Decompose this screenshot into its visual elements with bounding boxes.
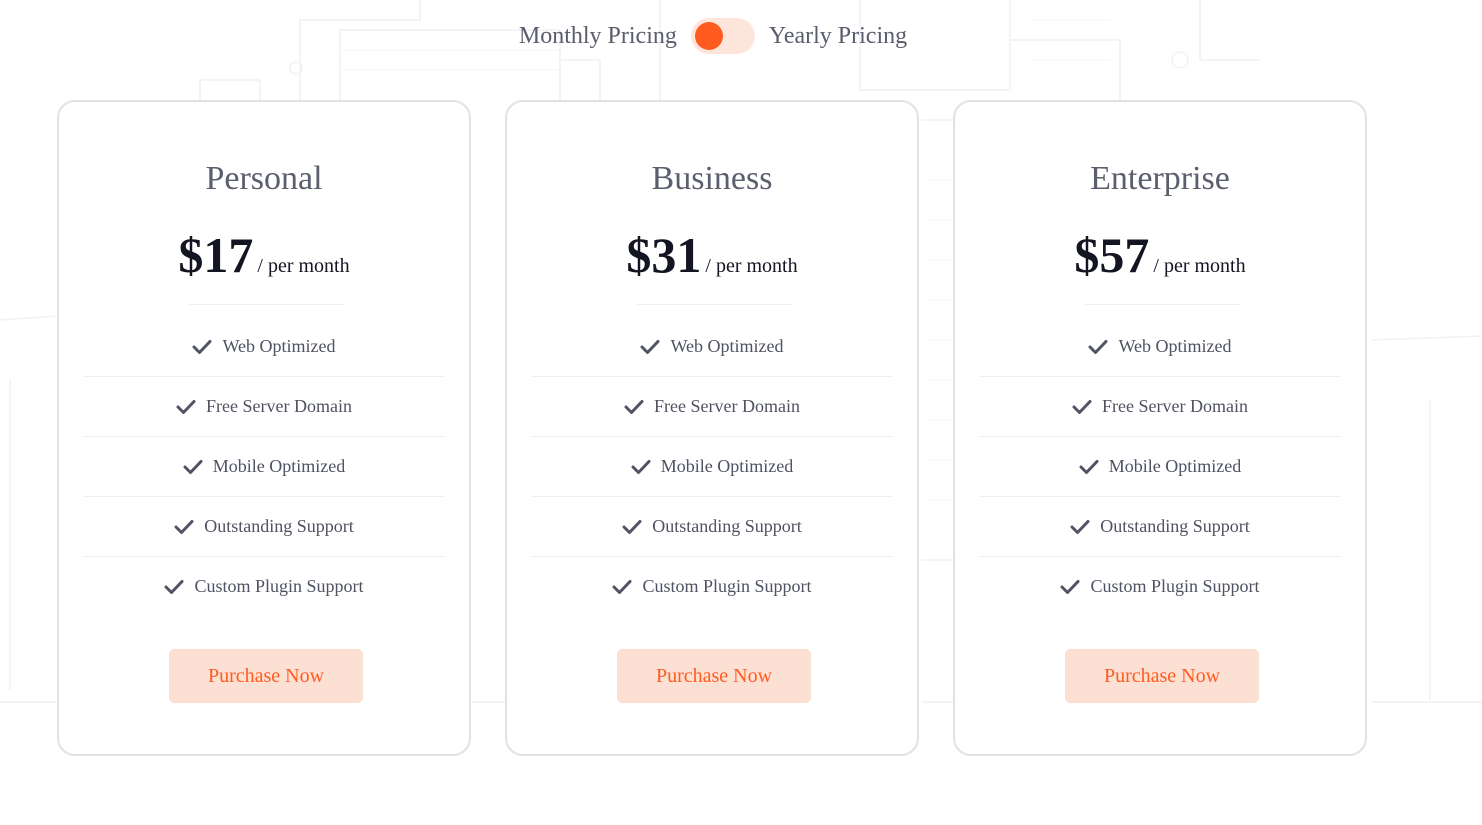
feature-label: Free Server Domain (1102, 396, 1248, 416)
feature-item: Free Server Domain (531, 377, 893, 437)
price-divider (1085, 304, 1239, 305)
check-icon (640, 339, 660, 354)
check-icon (1060, 579, 1080, 594)
check-icon (1079, 459, 1099, 474)
feature-item: Free Server Domain (83, 377, 445, 437)
feature-label: Web Optimized (222, 336, 336, 356)
price-amount: $17 (178, 227, 254, 283)
pricing-card-business: Business $31 / per month Web Optimized F… (505, 100, 919, 756)
feature-item: Outstanding Support (83, 497, 445, 557)
feature-item: Outstanding Support (531, 497, 893, 557)
feature-list: Web Optimized Free Server Domain Mobile … (979, 317, 1341, 616)
price: $17 / per month (59, 226, 469, 284)
feature-item: Free Server Domain (979, 377, 1341, 437)
pricing-toggle: Monthly Pricing Yearly Pricing (0, 14, 1454, 58)
feature-item: Web Optimized (83, 317, 445, 377)
feature-item: Web Optimized (531, 317, 893, 377)
feature-label: Mobile Optimized (212, 456, 346, 476)
feature-item: Custom Plugin Support (531, 557, 893, 616)
price-period: / per month (705, 255, 798, 277)
feature-label: Outstanding Support (1100, 516, 1250, 536)
price: $31 / per month (507, 226, 917, 284)
price-divider (189, 304, 343, 305)
feature-label: Free Server Domain (206, 396, 352, 416)
check-icon (1088, 339, 1108, 354)
check-icon (174, 519, 194, 534)
switch-knob (694, 22, 723, 50)
check-icon (612, 579, 632, 594)
check-icon (164, 579, 184, 594)
price-period: / per month (1153, 255, 1246, 277)
price: $57 / per month (955, 226, 1365, 284)
feature-label: Mobile Optimized (660, 456, 794, 476)
feature-item: Custom Plugin Support (83, 557, 445, 616)
feature-item: Mobile Optimized (979, 437, 1341, 497)
pricing-cards: Personal $17 / per month Web Optimized F… (57, 100, 1367, 756)
feature-label: Mobile Optimized (1108, 456, 1242, 476)
purchase-now-button[interactable]: Purchase Now (169, 649, 363, 703)
feature-list: Web Optimized Free Server Domain Mobile … (531, 317, 893, 616)
price-amount: $57 (1074, 227, 1150, 283)
feature-item: Mobile Optimized (531, 437, 893, 497)
feature-item: Outstanding Support (979, 497, 1341, 557)
feature-label: Custom Plugin Support (1090, 576, 1260, 596)
feature-label: Web Optimized (670, 336, 784, 356)
pricing-card-personal: Personal $17 / per month Web Optimized F… (57, 100, 471, 756)
purchase-now-button[interactable]: Purchase Now (1065, 649, 1259, 703)
check-icon (1070, 519, 1090, 534)
check-icon (631, 459, 651, 474)
feature-label: Free Server Domain (654, 396, 800, 416)
feature-item: Custom Plugin Support (979, 557, 1341, 616)
purchase-now-button[interactable]: Purchase Now (617, 649, 811, 703)
price-period: / per month (257, 255, 350, 277)
feature-label: Custom Plugin Support (642, 576, 812, 596)
plan-name: Enterprise (1090, 160, 1230, 197)
feature-label: Outstanding Support (652, 516, 802, 536)
feature-label: Custom Plugin Support (194, 576, 364, 596)
monthly-pricing-label[interactable]: Monthly Pricing (519, 23, 677, 50)
feature-item: Mobile Optimized (83, 437, 445, 497)
yearly-pricing-label[interactable]: Yearly Pricing (769, 23, 907, 50)
pricing-period-switch[interactable] (690, 18, 755, 54)
feature-label: Web Optimized (1118, 336, 1232, 356)
check-icon (622, 519, 642, 534)
check-icon (176, 399, 196, 414)
feature-item: Web Optimized (979, 317, 1341, 377)
check-icon (183, 459, 203, 474)
pricing-card-enterprise: Enterprise $57 / per month Web Optimized… (953, 100, 1367, 756)
plan-name: Business (651, 160, 773, 197)
check-icon (1072, 399, 1092, 414)
price-divider (637, 304, 791, 305)
price-amount: $31 (626, 227, 702, 283)
feature-list: Web Optimized Free Server Domain Mobile … (83, 317, 445, 616)
check-icon (624, 399, 644, 414)
plan-name: Personal (205, 160, 323, 197)
check-icon (192, 339, 212, 354)
feature-label: Outstanding Support (204, 516, 354, 536)
